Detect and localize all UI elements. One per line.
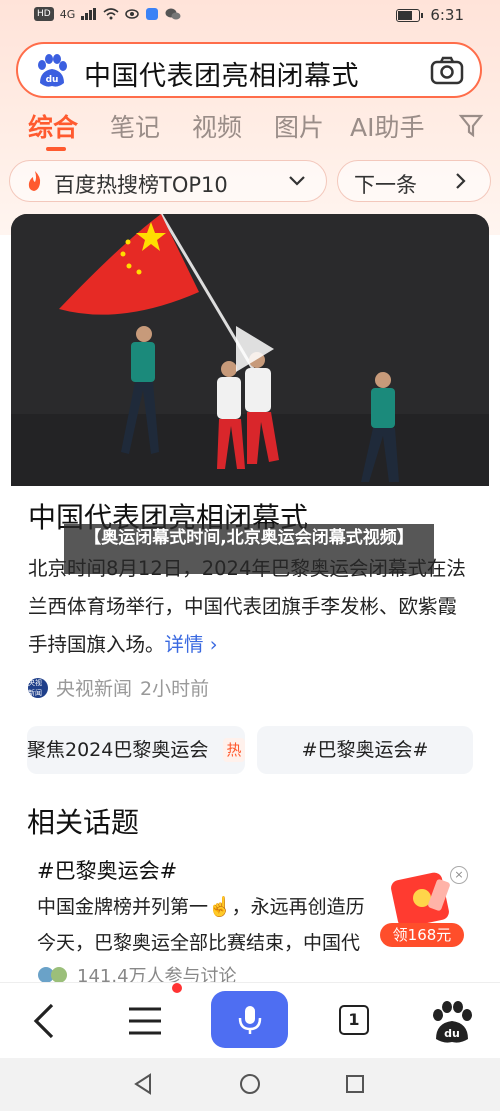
search-box[interactable]: du 中国代表团亮相闭幕式 bbox=[16, 42, 482, 98]
detail-chevron-icon[interactable]: › bbox=[204, 633, 218, 656]
related-topics-title: 相关话题 bbox=[27, 806, 140, 839]
chevron-right-icon bbox=[456, 173, 466, 189]
hot-search-title: 百度热搜榜TOP10 bbox=[54, 173, 228, 197]
related-topic-line[interactable]: 今天，巴黎奥运全部比赛结束，中国代 bbox=[37, 928, 360, 955]
source-name[interactable]: 央视新闻 bbox=[56, 674, 132, 701]
status-bar: HD 4G 6:31 bbox=[0, 0, 500, 32]
tab-count-button[interactable]: 1 bbox=[339, 1005, 369, 1035]
baidu-home-icon[interactable]: du bbox=[428, 997, 476, 1045]
system-back-icon[interactable] bbox=[132, 1073, 154, 1095]
related-topic-tag[interactable]: #巴黎奥运会# bbox=[37, 855, 177, 885]
play-icon[interactable] bbox=[234, 324, 276, 374]
hot-search-dropdown[interactable]: 百度热搜榜TOP10 bbox=[9, 160, 327, 202]
wechat-icon bbox=[165, 8, 181, 20]
flame-icon bbox=[28, 171, 41, 191]
system-home-icon[interactable] bbox=[239, 1073, 261, 1095]
bottom-navigation: 1 du bbox=[0, 982, 500, 1059]
svg-text:du: du bbox=[46, 75, 59, 85]
active-tab-indicator bbox=[46, 147, 66, 151]
microphone-icon bbox=[238, 1006, 262, 1034]
next-item-button[interactable]: 下一条 bbox=[337, 160, 491, 202]
eye-icon bbox=[125, 9, 139, 19]
app-notification-icon bbox=[146, 8, 159, 20]
red-packet-label[interactable]: 领168元 bbox=[380, 923, 464, 947]
network-label: 4G bbox=[59, 7, 76, 21]
clock: 6:31 bbox=[430, 6, 464, 24]
back-icon[interactable] bbox=[22, 997, 70, 1045]
filter-icon[interactable] bbox=[458, 112, 484, 138]
detail-link[interactable]: 详情 bbox=[165, 633, 204, 656]
close-icon[interactable]: × bbox=[450, 866, 468, 884]
tab-images[interactable]: 图片 bbox=[274, 108, 324, 144]
chevron-down-icon bbox=[289, 176, 305, 186]
overlay-caption: 【奥运闭幕式时间,北京奥运会闭幕式视频】 bbox=[64, 524, 434, 574]
tab-ai-assistant[interactable]: AI助手 bbox=[350, 108, 424, 144]
video-thumbnail[interactable] bbox=[11, 214, 489, 486]
status-left: HD 4G bbox=[34, 7, 181, 21]
system-recents-icon[interactable] bbox=[345, 1074, 365, 1094]
battery-icon bbox=[396, 8, 424, 22]
search-tabs: 综合 笔记 视频 图片 AI助手 bbox=[28, 108, 498, 151]
published-time: 2小时前 bbox=[140, 678, 210, 700]
notification-dot bbox=[172, 983, 182, 993]
baidu-paw-logo-icon: du bbox=[38, 54, 67, 87]
wifi-icon bbox=[103, 8, 119, 20]
chip-label: 聚焦2024巴黎奥运会 bbox=[27, 739, 209, 761]
tab-general[interactable]: 综合 bbox=[28, 108, 78, 144]
next-item-label: 下一条 bbox=[354, 173, 417, 197]
camera-icon[interactable] bbox=[430, 55, 464, 85]
topic-chip-paris[interactable]: #巴黎奥运会# bbox=[257, 726, 473, 774]
search-input[interactable]: 中国代表团亮相闭幕式 bbox=[84, 54, 359, 93]
related-topic-line[interactable]: 中国金牌榜并列第一☝️，永远再创造历 bbox=[37, 892, 365, 919]
chip-label: #巴黎奥运会# bbox=[301, 739, 429, 761]
status-right: 6:31 bbox=[396, 6, 464, 24]
signal-icon bbox=[81, 8, 97, 20]
topic-chip-focus[interactable]: 聚焦2024巴黎奥运会 热 bbox=[27, 726, 245, 774]
hot-badge: 热 bbox=[223, 738, 245, 762]
system-navigation-bar bbox=[0, 1058, 500, 1111]
tab-notes[interactable]: 笔记 bbox=[110, 108, 160, 144]
source-avatar: 央视新闻 bbox=[28, 677, 48, 698]
source-row: 央视新闻 央视新闻 2小时前 bbox=[28, 674, 209, 701]
voice-search-button[interactable] bbox=[211, 991, 288, 1048]
tab-video[interactable]: 视频 bbox=[192, 108, 242, 144]
hd-badge: HD bbox=[34, 7, 54, 21]
svg-text:du: du bbox=[444, 1027, 460, 1040]
menu-icon[interactable] bbox=[121, 997, 169, 1045]
